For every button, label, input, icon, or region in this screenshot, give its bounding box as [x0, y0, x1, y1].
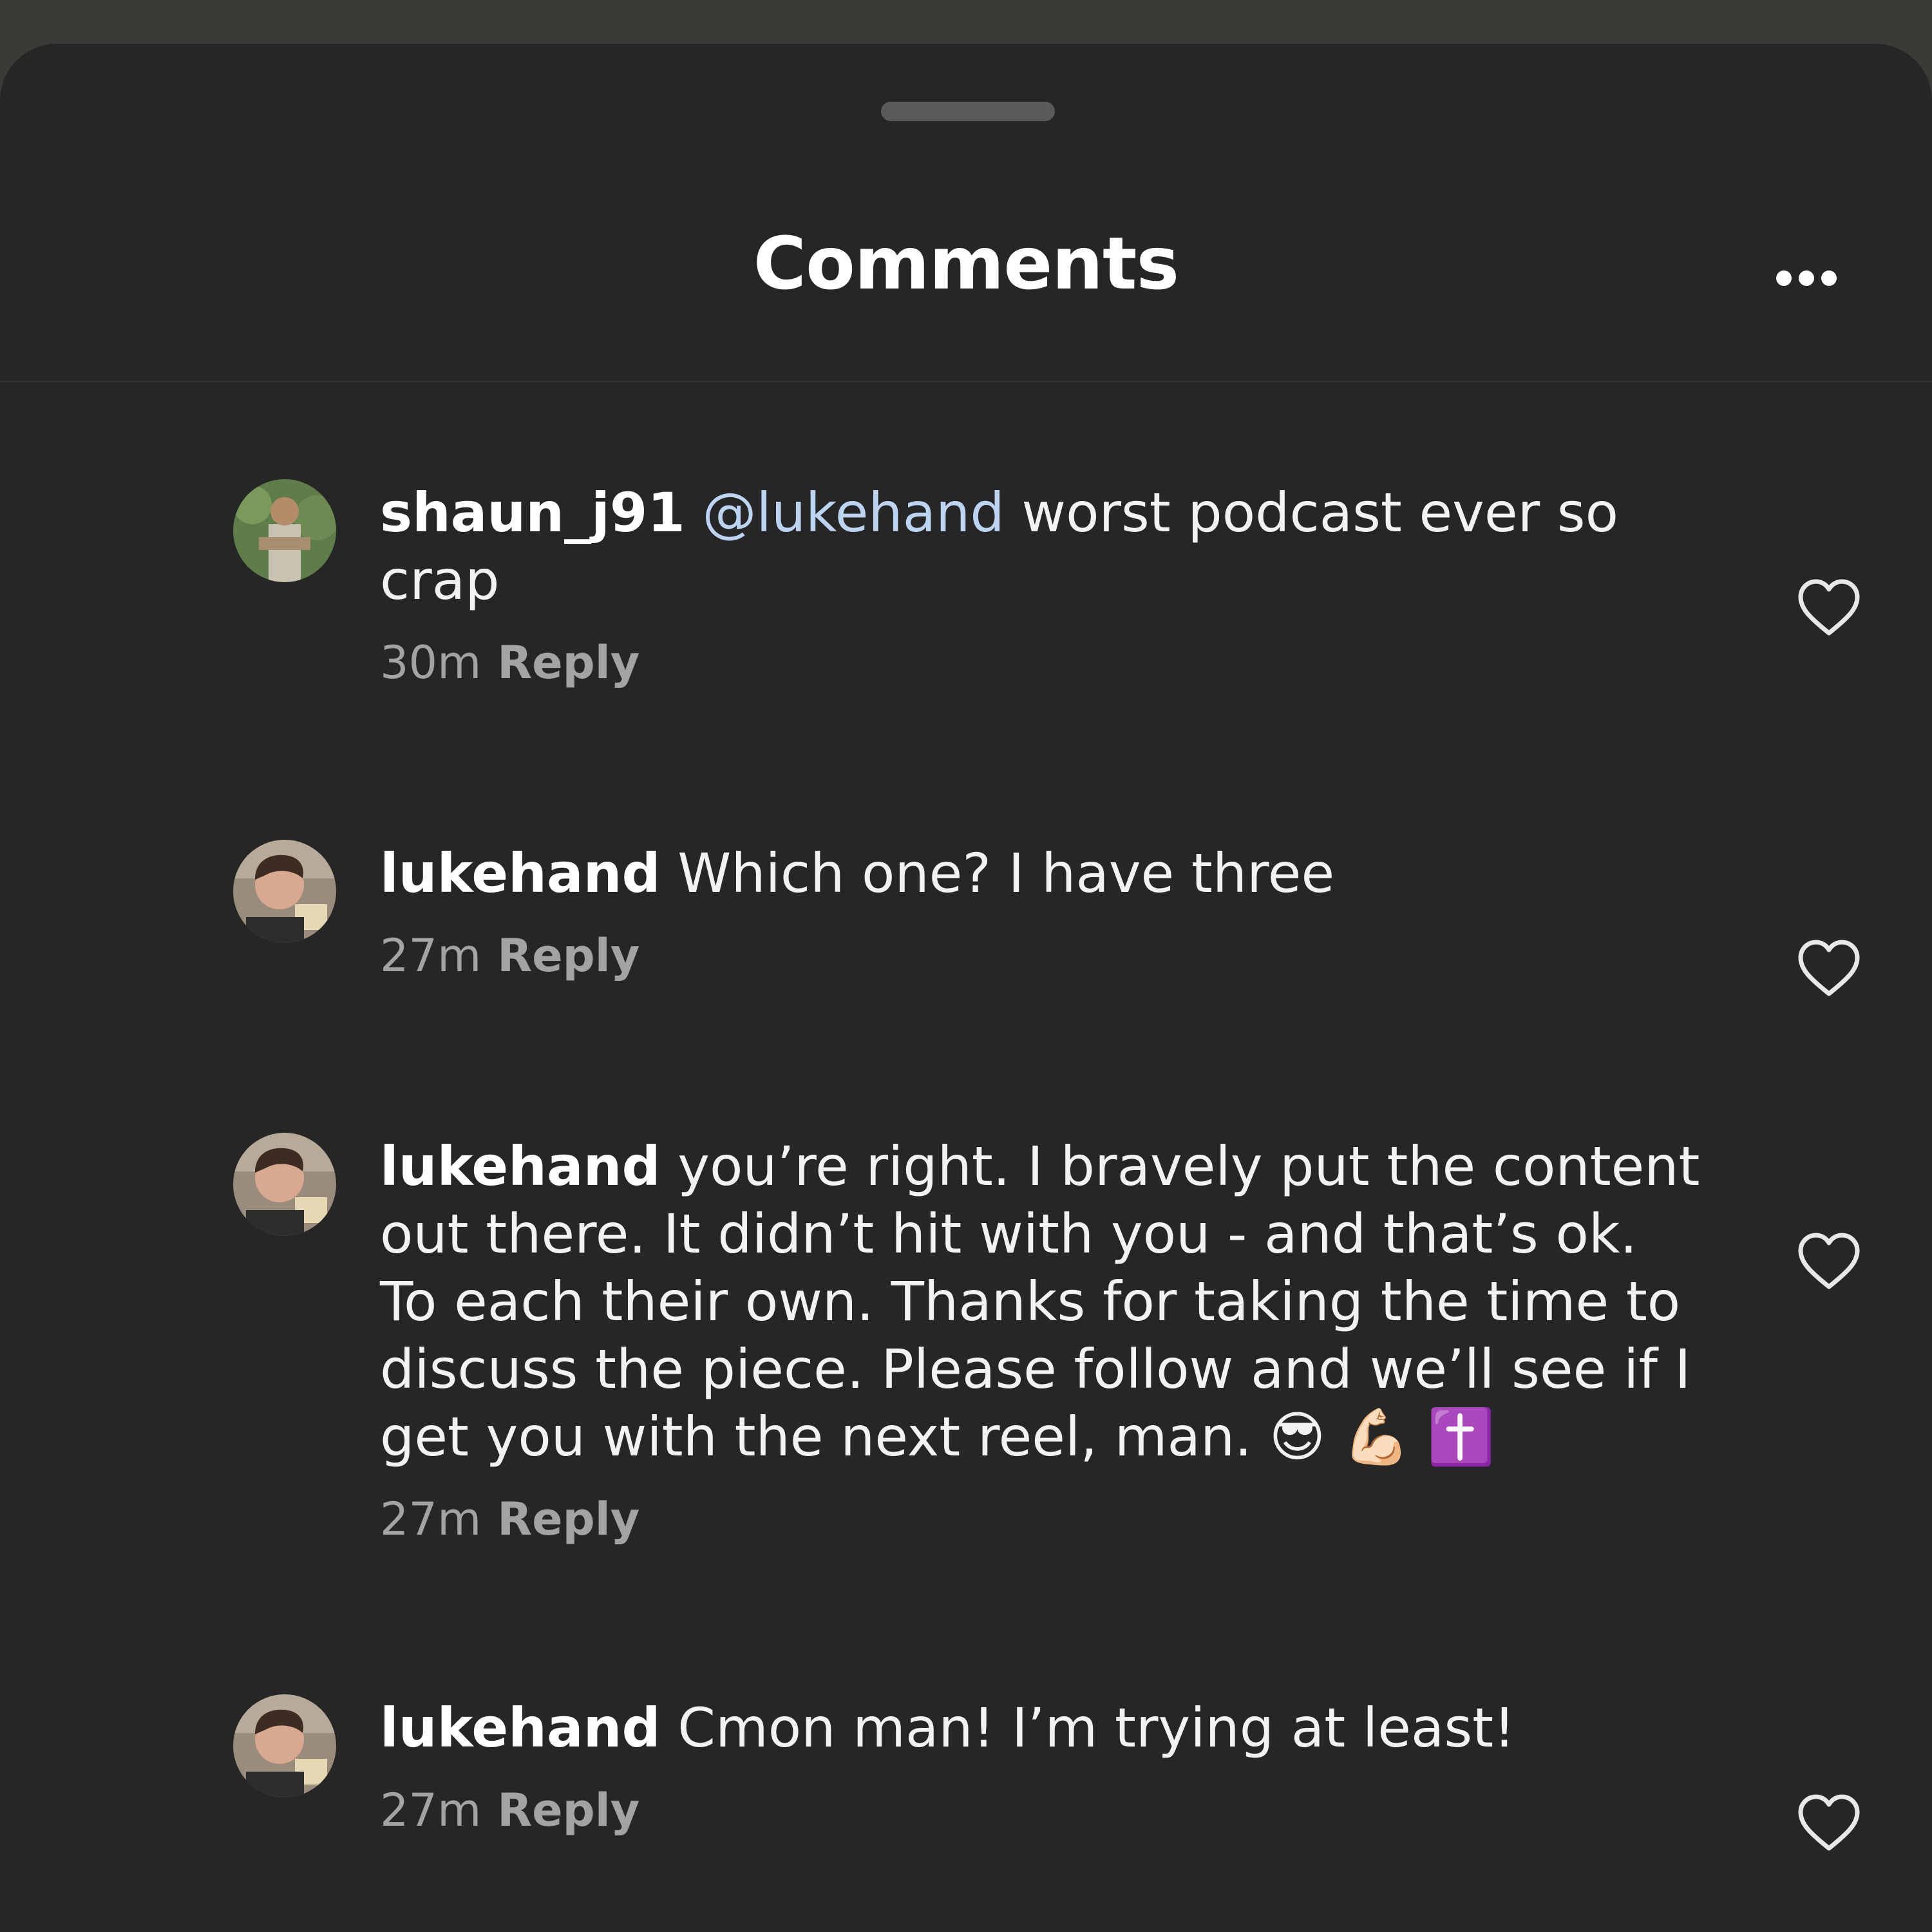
comment-time: 30m	[380, 636, 482, 689]
comment-text: lukehand Cmon man! I’m trying at least!	[380, 1694, 1707, 1762]
comment-time: 27m	[380, 929, 482, 982]
comment-text: lukehand you’re right. I bravely put the…	[380, 1133, 1707, 1471]
comment-meta: 27m Reply	[380, 933, 1707, 978]
reply-button[interactable]: Reply	[497, 1784, 639, 1837]
reply-button[interactable]: Reply	[497, 636, 639, 689]
comment-text: shaun_j91 @lukehand worst podcast ever s…	[380, 479, 1707, 614]
comment-meta: 27m Reply	[380, 1788, 1707, 1833]
heart-icon[interactable]	[1797, 940, 1861, 998]
comment-username[interactable]: lukehand	[380, 842, 661, 905]
comment-text: lukehand Which one? I have three	[380, 840, 1707, 907]
comment-username[interactable]: lukehand	[380, 1696, 661, 1759]
comment-time: 27m	[380, 1493, 482, 1546]
comment-meta: 30m Reply	[380, 640, 1707, 685]
comment-mention[interactable]: @lukehand	[702, 481, 1004, 544]
comments-sheet: Comments shaun_j91 @lukehand worst podca…	[0, 44, 1932, 1932]
drag-handle[interactable]	[881, 102, 1055, 121]
heart-icon[interactable]	[1797, 579, 1861, 637]
avatar[interactable]	[233, 1694, 336, 1797]
more-options-button[interactable]	[1765, 256, 1848, 301]
reply-button[interactable]: Reply	[497, 929, 639, 982]
comment-message: Cmon man! I’m trying at least!	[677, 1696, 1515, 1759]
avatar[interactable]	[233, 1133, 336, 1236]
avatar[interactable]	[233, 840, 336, 943]
more-horizontal-icon	[1776, 270, 1792, 286]
comment-username[interactable]: shaun_j91	[380, 481, 685, 544]
comment-username[interactable]: lukehand	[380, 1135, 661, 1198]
comment-emojis: 😎 💪🏻 ✝️	[1269, 1405, 1495, 1468]
comment-message: Which one? I have three	[677, 842, 1335, 905]
reply-button[interactable]: Reply	[497, 1493, 639, 1546]
comment-body: shaun_j91 @lukehand worst podcast ever s…	[380, 479, 1707, 685]
heart-icon[interactable]	[1797, 1233, 1861, 1291]
comment-body: lukehand you’re right. I bravely put the…	[380, 1133, 1707, 1542]
header-divider	[0, 381, 1932, 383]
comment-meta: 27m Reply	[380, 1497, 1707, 1542]
avatar[interactable]	[233, 479, 336, 582]
comment-body: lukehand Which one? I have three 27m Rep…	[380, 840, 1707, 978]
heart-icon[interactable]	[1797, 1794, 1861, 1852]
comment-time: 27m	[380, 1784, 482, 1837]
sheet-title: Comments	[753, 222, 1179, 306]
comment-body: lukehand Cmon man! I’m trying at least! …	[380, 1694, 1707, 1833]
